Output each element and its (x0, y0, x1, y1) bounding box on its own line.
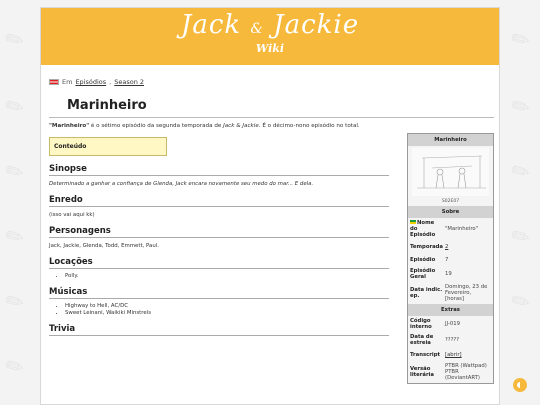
episode-infobox: Marinheiro S02E07 Sobre Nome do Episódio… (407, 133, 494, 384)
infobox-row-data: Data indic. ep. Domingo, 23 de Fevereiro… (410, 284, 488, 302)
transcript-link[interactable]: [abrir] (445, 352, 462, 358)
intro-paragraph: "Marinheiro" é o sétimo episódio da segu… (49, 123, 360, 129)
page-title: Marinheiro (67, 98, 147, 113)
main-content: Em Episódios, Season 2 Marinheiro "Marin… (49, 78, 494, 384)
enredo-text: (isso vai aqui kk) (49, 212, 95, 218)
personagens-text: Jack, Jackie, Glenda, Todd, Emmett, Paul… (49, 243, 159, 249)
breadcrumb-link-episodios[interactable]: Episódios (75, 78, 106, 86)
list-item: Polly. (65, 273, 389, 279)
infobox-row-nome: Nome do Episódio "Marinheiro" (410, 220, 479, 238)
section-enredo: Enredo (49, 195, 389, 207)
flag-icon (49, 79, 59, 85)
sinopse-text: Determinado a ganhar a confiança de Glen… (49, 181, 314, 187)
infobox-row-temporada: Temporada 2 (410, 243, 449, 250)
list-item: Sweet Leinani, Waikiki Minstrels (65, 310, 389, 316)
wiki-page: Jack & Jackie Wiki Em Episódios, Season … (40, 7, 500, 405)
wiki-logo[interactable]: Jack & Jackie (41, 10, 499, 40)
infobox-row-episodio-geral: Episódio Geral 19 (410, 268, 452, 280)
infobox-section-extras: Extras (408, 304, 493, 316)
infobox-row-codigo: Código interno JJ-019 (410, 318, 460, 330)
flag-icon (410, 220, 416, 224)
episode-thumbnail[interactable] (412, 148, 489, 196)
infobox-caption: S02E07 (441, 199, 460, 204)
infobox-row-versao: Versão literária PTBR (Wattpad) PTBR (De… (410, 363, 487, 381)
infobox-row-estreia: Data de estreia ????? (410, 334, 460, 346)
section-locacoes: Locações (49, 257, 389, 269)
infobox-section-sobre: Sobre (408, 206, 493, 218)
infobox-row-transcript: Transcript [abrir] (410, 351, 462, 358)
section-personagens: Personagens (49, 226, 389, 238)
breadcrumb-prefix: Em (62, 78, 73, 86)
musicas-list: Highway to Hell, AC/DC Sweet Leinani, Wa… (65, 303, 389, 316)
section-trivia: Trivia (49, 324, 389, 336)
article-body: "Marinheiro" é o sétimo episódio da segu… (49, 123, 389, 336)
section-musicas: Músicas (49, 287, 389, 299)
logo-text-jack: Jack (180, 10, 242, 40)
wiki-header-banner: Jack & Jackie Wiki (41, 8, 499, 65)
infobox-row-episodio: Episódio 7 (410, 256, 449, 263)
locacoes-list: Polly. (65, 273, 389, 279)
logo-ampersand: & (250, 21, 264, 37)
temporada-link[interactable]: 2 (445, 244, 448, 250)
breadcrumb: Em Episódios, Season 2 (49, 78, 494, 86)
theme-toggle-button[interactable] (513, 378, 527, 392)
moon-icon (517, 382, 523, 388)
breadcrumb-link-season-2[interactable]: Season 2 (114, 78, 144, 86)
logo-text-jackie: Jackie (273, 10, 360, 40)
infobox-title: Marinheiro (408, 134, 493, 146)
logo-sub-text: Wiki (255, 42, 285, 55)
list-item: Highway to Hell, AC/DC (65, 303, 389, 309)
table-of-contents[interactable]: Conteúdo (49, 137, 167, 156)
section-sinopse: Sinopse (49, 164, 389, 176)
